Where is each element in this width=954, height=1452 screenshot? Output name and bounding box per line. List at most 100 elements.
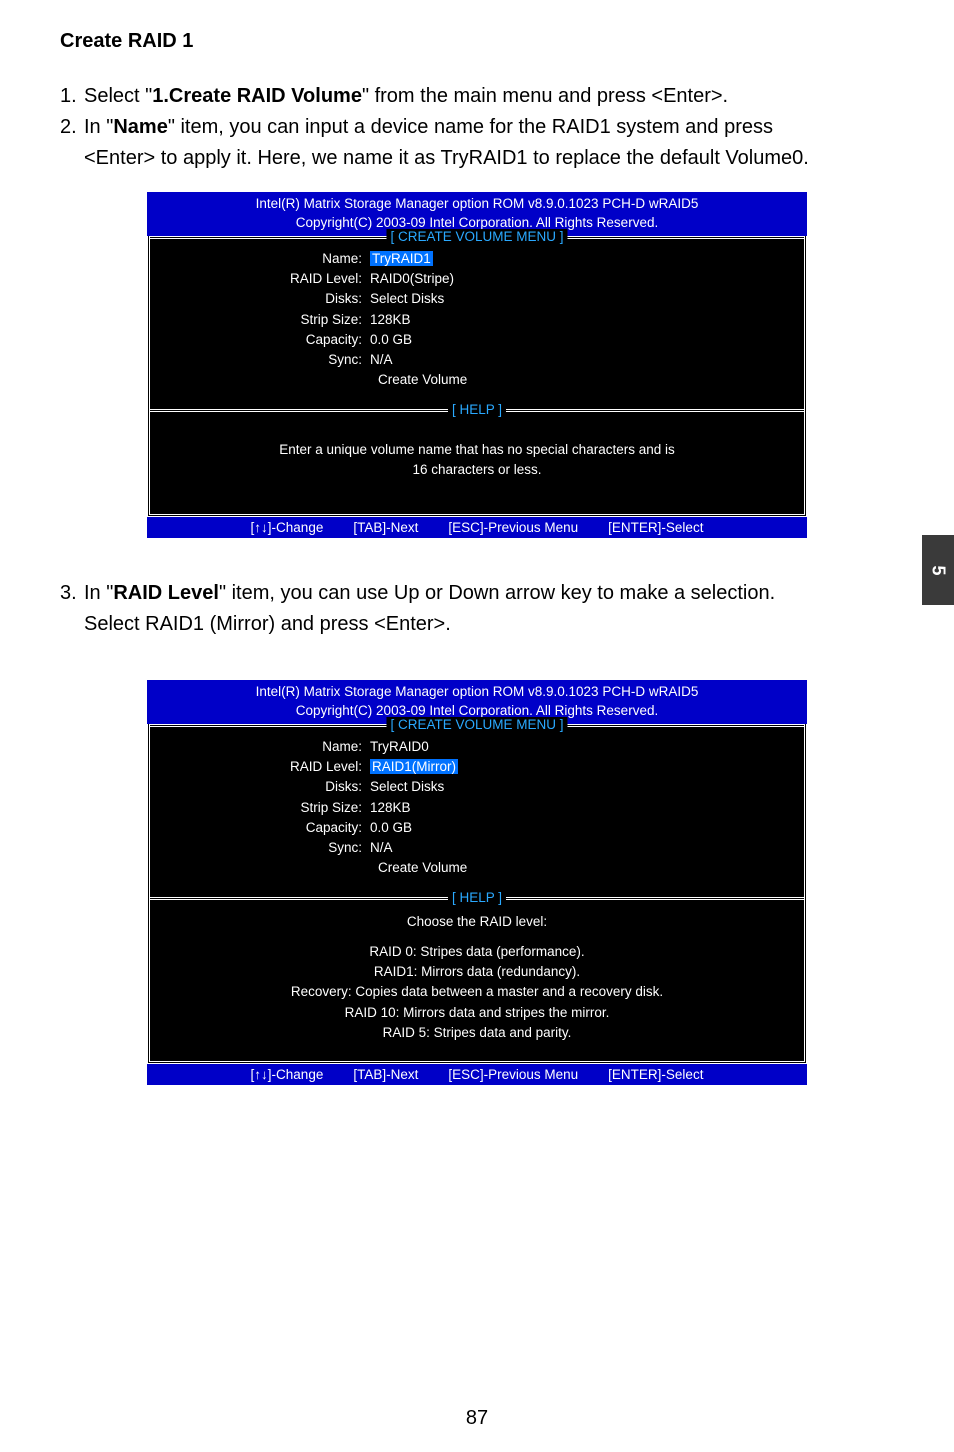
bios1-row-disks: Disks: Select Disks bbox=[170, 289, 784, 309]
bios2-help-line4: RAID 10: Mirrors data and stripes the mi… bbox=[170, 1003, 784, 1023]
step-1-post: " from the main menu and press <Enter>. bbox=[362, 85, 728, 107]
bios2-disks-value: Select Disks bbox=[370, 777, 444, 797]
step-3-text: In "RAID Level" item, you can use Up or … bbox=[84, 578, 775, 609]
bios2-header-line1: Intel(R) Matrix Storage Manager option R… bbox=[153, 683, 801, 702]
bios2-strip-label: Strip Size: bbox=[170, 798, 370, 818]
bios1-help-title: [ HELP ] bbox=[448, 402, 506, 417]
bios2-disks-label: Disks: bbox=[170, 777, 370, 797]
bios1-footer-select: [ENTER]-Select bbox=[608, 520, 703, 535]
bios1-footer: [↑↓]-Change [TAB]-Next [ESC]-Previous Me… bbox=[147, 517, 807, 538]
bios1-name-value[interactable]: TryRAID1 bbox=[370, 249, 433, 269]
bios2-help-line3: Recovery: Copies data between a master a… bbox=[170, 982, 784, 1002]
bios1-row-strip: Strip Size: 128KB bbox=[170, 310, 784, 330]
bios2-cap-value: 0.0 GB bbox=[370, 818, 412, 838]
bios2-help-line5: RAID 5: Stripes data and parity. bbox=[170, 1023, 784, 1043]
bios2-footer-select: [ENTER]-Select bbox=[608, 1067, 703, 1082]
bios2-menu-title: [ CREATE VOLUME MENU ] bbox=[386, 717, 567, 732]
bios-screenshot-2: Intel(R) Matrix Storage Manager option R… bbox=[147, 680, 807, 1085]
step-3-bold: RAID Level bbox=[113, 582, 219, 604]
bios1-raid-value: RAID0(Stripe) bbox=[370, 269, 454, 289]
bios1-footer-change: [↑↓]-Change bbox=[251, 520, 324, 535]
bios2-name-label: Name: bbox=[170, 737, 370, 757]
bios1-footer-next: [TAB]-Next bbox=[353, 520, 418, 535]
bios1-body: [ CREATE VOLUME MENU ] Name: TryRAID1 RA… bbox=[147, 236, 807, 517]
bios1-sync-value: N/A bbox=[370, 350, 393, 370]
step-1-number: 1. bbox=[60, 81, 84, 112]
step-3-cont: Select RAID1 (Mirror) and press <Enter>. bbox=[60, 609, 894, 640]
bios2-strip-value: 128KB bbox=[370, 798, 411, 818]
bios2-row-name: Name: TryRAID0 bbox=[170, 737, 784, 757]
bios1-strip-value: 128KB bbox=[370, 310, 411, 330]
bios1-sync-label: Sync: bbox=[170, 350, 370, 370]
instructions-block-1: 1. Select "1.Create RAID Volume" from th… bbox=[60, 81, 894, 174]
bios2-help-title-wrap: [ HELP ] bbox=[150, 897, 804, 900]
bios1-footer-prev: [ESC]-Previous Menu bbox=[448, 520, 578, 535]
step-1-pre: Select " bbox=[84, 85, 152, 107]
bios2-create-volume: Create Volume bbox=[170, 858, 784, 878]
bios1-create-volume: Create Volume bbox=[170, 370, 784, 390]
step-3: 3. In "RAID Level" item, you can use Up … bbox=[60, 578, 894, 609]
bios1-menu-title-wrap: [ CREATE VOLUME MENU ] bbox=[150, 236, 804, 239]
step-2-bold: Name bbox=[113, 116, 167, 138]
step-3-post: " item, you can use Up or Down arrow key… bbox=[219, 582, 775, 604]
bios2-footer-prev: [ESC]-Previous Menu bbox=[448, 1067, 578, 1082]
bios1-cap-label: Capacity: bbox=[170, 330, 370, 350]
bios2-footer-change: [↑↓]-Change bbox=[251, 1067, 324, 1082]
bios1-name-highlight: TryRAID1 bbox=[370, 251, 433, 266]
step-2-post: " item, you can input a device name for … bbox=[168, 116, 773, 138]
step-3-pre: In " bbox=[84, 582, 113, 604]
step-2-text: In "Name" item, you can input a device n… bbox=[84, 112, 773, 143]
bios1-row-sync: Sync: N/A bbox=[170, 350, 784, 370]
bios1-row-name: Name: TryRAID1 bbox=[170, 249, 784, 269]
bios2-row-disks: Disks: Select Disks bbox=[170, 777, 784, 797]
bios2-cap-label: Capacity: bbox=[170, 818, 370, 838]
bios2-raid-highlight: RAID1(Mirror) bbox=[370, 759, 458, 774]
step-1-bold: 1.Create RAID Volume bbox=[152, 85, 362, 107]
step-2-pre: In " bbox=[84, 116, 113, 138]
bios1-name-label: Name: bbox=[170, 249, 370, 269]
bios2-name-value: TryRAID0 bbox=[370, 737, 429, 757]
bios1-fields: Name: TryRAID1 RAID Level: RAID0(Stripe)… bbox=[150, 239, 804, 409]
bios1-help-title-wrap: [ HELP ] bbox=[150, 409, 804, 412]
bios2-menu-title-wrap: [ CREATE VOLUME MENU ] bbox=[150, 724, 804, 727]
step-1-text: Select "1.Create RAID Volume" from the m… bbox=[84, 81, 728, 112]
step-3-number: 3. bbox=[60, 578, 84, 609]
bios1-row-raid: RAID Level: RAID0(Stripe) bbox=[170, 269, 784, 289]
bios2-row-raid: RAID Level: RAID1(Mirror) bbox=[170, 757, 784, 777]
bios2-sync-value: N/A bbox=[370, 838, 393, 858]
bios2-fields: Name: TryRAID0 RAID Level: RAID1(Mirror)… bbox=[150, 727, 804, 897]
bios2-help-content: Choose the RAID level: RAID 0: Stripes d… bbox=[150, 900, 804, 1062]
step-2: 2. In "Name" item, you can input a devic… bbox=[60, 112, 894, 143]
bios2-footer: [↑↓]-Change [TAB]-Next [ESC]-Previous Me… bbox=[147, 1064, 807, 1085]
bios2-help-line1: RAID 0: Stripes data (performance). bbox=[170, 942, 784, 962]
bios1-raid-label: RAID Level: bbox=[170, 269, 370, 289]
bios2-footer-next: [TAB]-Next bbox=[353, 1067, 418, 1082]
bios2-raid-value[interactable]: RAID1(Mirror) bbox=[370, 757, 458, 777]
step-2-number: 2. bbox=[60, 112, 84, 143]
bios2-help-line2: RAID1: Mirrors data (redundancy). bbox=[170, 962, 784, 982]
bios1-disks-label: Disks: bbox=[170, 289, 370, 309]
side-tab: 5 bbox=[922, 535, 954, 605]
bios1-strip-label: Strip Size: bbox=[170, 310, 370, 330]
bios2-row-sync: Sync: N/A bbox=[170, 838, 784, 858]
instructions-block-2: 3. In "RAID Level" item, you can use Up … bbox=[60, 578, 894, 640]
bios1-menu-title: [ CREATE VOLUME MENU ] bbox=[386, 229, 567, 244]
bios2-row-strip: Strip Size: 128KB bbox=[170, 798, 784, 818]
step-2-cont: <Enter> to apply it. Here, we name it as… bbox=[60, 143, 894, 174]
bios-screenshot-1: Intel(R) Matrix Storage Manager option R… bbox=[147, 192, 807, 538]
bios1-help-content: Enter a unique volume name that has no s… bbox=[150, 412, 804, 515]
page-number: 87 bbox=[466, 1407, 488, 1430]
bios2-help-title: [ HELP ] bbox=[448, 890, 506, 905]
bios1-header-line1: Intel(R) Matrix Storage Manager option R… bbox=[153, 195, 801, 214]
bios2-row-capacity: Capacity: 0.0 GB bbox=[170, 818, 784, 838]
bios1-help-line2: 16 characters or less. bbox=[170, 460, 784, 480]
bios2-body: [ CREATE VOLUME MENU ] Name: TryRAID0 RA… bbox=[147, 724, 807, 1064]
bios2-raid-label: RAID Level: bbox=[170, 757, 370, 777]
side-tab-label: 5 bbox=[927, 565, 948, 575]
bios2-sync-label: Sync: bbox=[170, 838, 370, 858]
bios1-help-line1: Enter a unique volume name that has no s… bbox=[170, 440, 784, 460]
bios2-help-line0: Choose the RAID level: bbox=[170, 912, 784, 932]
section-heading: Create RAID 1 bbox=[60, 30, 894, 53]
bios1-disks-value: Select Disks bbox=[370, 289, 444, 309]
bios1-row-capacity: Capacity: 0.0 GB bbox=[170, 330, 784, 350]
